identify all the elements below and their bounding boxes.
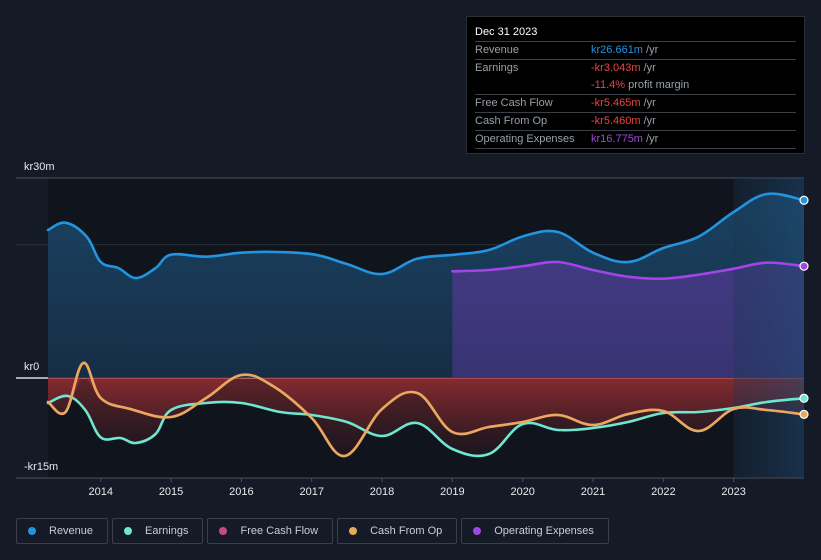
tooltip-value-number: -kr5.465m [591,97,641,109]
y-tick-label: kr0 [24,361,39,373]
revenue-endpoint-marker[interactable] [799,195,809,205]
x-tick-label: 2018 [370,486,394,498]
legend-item-cash-from-op[interactable]: Cash From Op [337,518,458,544]
x-tick-label: 2019 [440,486,464,498]
x-tick-label: 2023 [721,486,745,498]
tooltip-value-number: kr26.661m [591,44,643,56]
tooltip-row-value: -11.4% profit margin [591,77,689,94]
x-tick-label: 2020 [510,486,534,498]
x-tick-label: 2021 [581,486,605,498]
tooltip-row: Earnings -kr3.043m /yr [475,60,796,77]
cash-from-op-endpoint-marker[interactable] [799,409,809,419]
tooltip-row-label [475,77,591,94]
y-tick-label: -kr15m [24,461,58,473]
legend-label: Revenue [49,525,94,537]
tooltip-row: Operating Expenses kr16.775m /yr [475,131,796,149]
forecast-highlight-region [733,178,804,478]
legend-dot-icon [473,527,482,535]
tooltip-row: Cash From Op -kr5.460m /yr [475,113,796,131]
tooltip-row: -11.4% profit margin [475,77,796,95]
x-tick-label: 2014 [89,486,113,498]
tooltip-value-unit: /yr [640,115,656,127]
tooltip-row: Revenue kr26.661m /yr [475,42,796,60]
legend-dot-icon [349,527,358,535]
legend-item-free-cash-flow[interactable]: Free Cash Flow [207,518,334,544]
tooltip-panel: Dec 31 2023 Revenue kr26.661m /yr Earnings… [466,16,805,154]
tooltip-row-value: kr16.775m /yr [591,131,658,148]
tooltip-row-label: Revenue [475,44,520,56]
legend-dot-icon [28,527,36,535]
tooltip-value-number: kr16.775m [591,133,643,145]
tooltip-row-label: Free Cash Flow [475,97,553,109]
tooltip-value-unit: profit margin [625,79,690,91]
tooltip-value-number: -kr3.043m [591,62,641,74]
tooltip-date: Dec 31 2023 [475,23,796,42]
legend-label: Operating Expenses [494,525,594,537]
legend-item-revenue[interactable]: Revenue [16,518,109,544]
legend-label: Free Cash Flow [240,525,319,537]
tooltip-row-label: Operating Expenses [475,133,575,145]
operating-expenses-endpoint-marker[interactable] [799,261,809,271]
legend-label: Earnings [145,525,189,537]
y-tick-label: kr30m [24,161,55,173]
legend-dot-icon [124,527,133,535]
x-tick-label: 2017 [299,486,323,498]
tooltip-row-label: Cash From Op [475,115,548,127]
legend-item-operating-expenses[interactable]: Operating Expenses [461,518,609,544]
tooltip-row-value: -kr3.043m /yr [591,60,656,77]
legend-item-earnings[interactable]: Earnings [112,518,204,544]
earnings-endpoint-marker[interactable] [799,393,809,403]
tooltip-row-value: kr26.661m /yr [591,42,658,59]
tooltip-value-unit: /yr [642,44,659,56]
tooltip-value-number: -11.4% [591,79,626,91]
legend-dot-icon [219,527,228,535]
x-tick-label: 2016 [229,486,253,498]
tooltip-row: Free Cash Flow -kr5.465m /yr [475,95,796,113]
tooltip-value-number: -kr5.460m [591,115,641,127]
tooltip-row-value: -kr5.460m /yr [591,113,656,130]
x-tick-label: 2015 [159,486,183,498]
x-tick-label: 2022 [651,486,675,498]
legend: Revenue Earnings Free Cash Flow Cash From O… [16,518,609,544]
tooltip-row-label: Earnings [475,62,519,74]
tooltip-value-unit: /yr [640,97,656,109]
tooltip-value-unit: /yr [642,133,659,145]
tooltip-value-unit: /yr [640,62,656,74]
legend-label: Cash From Op [370,525,443,537]
tooltip-row-value: -kr5.465m /yr [591,95,656,112]
